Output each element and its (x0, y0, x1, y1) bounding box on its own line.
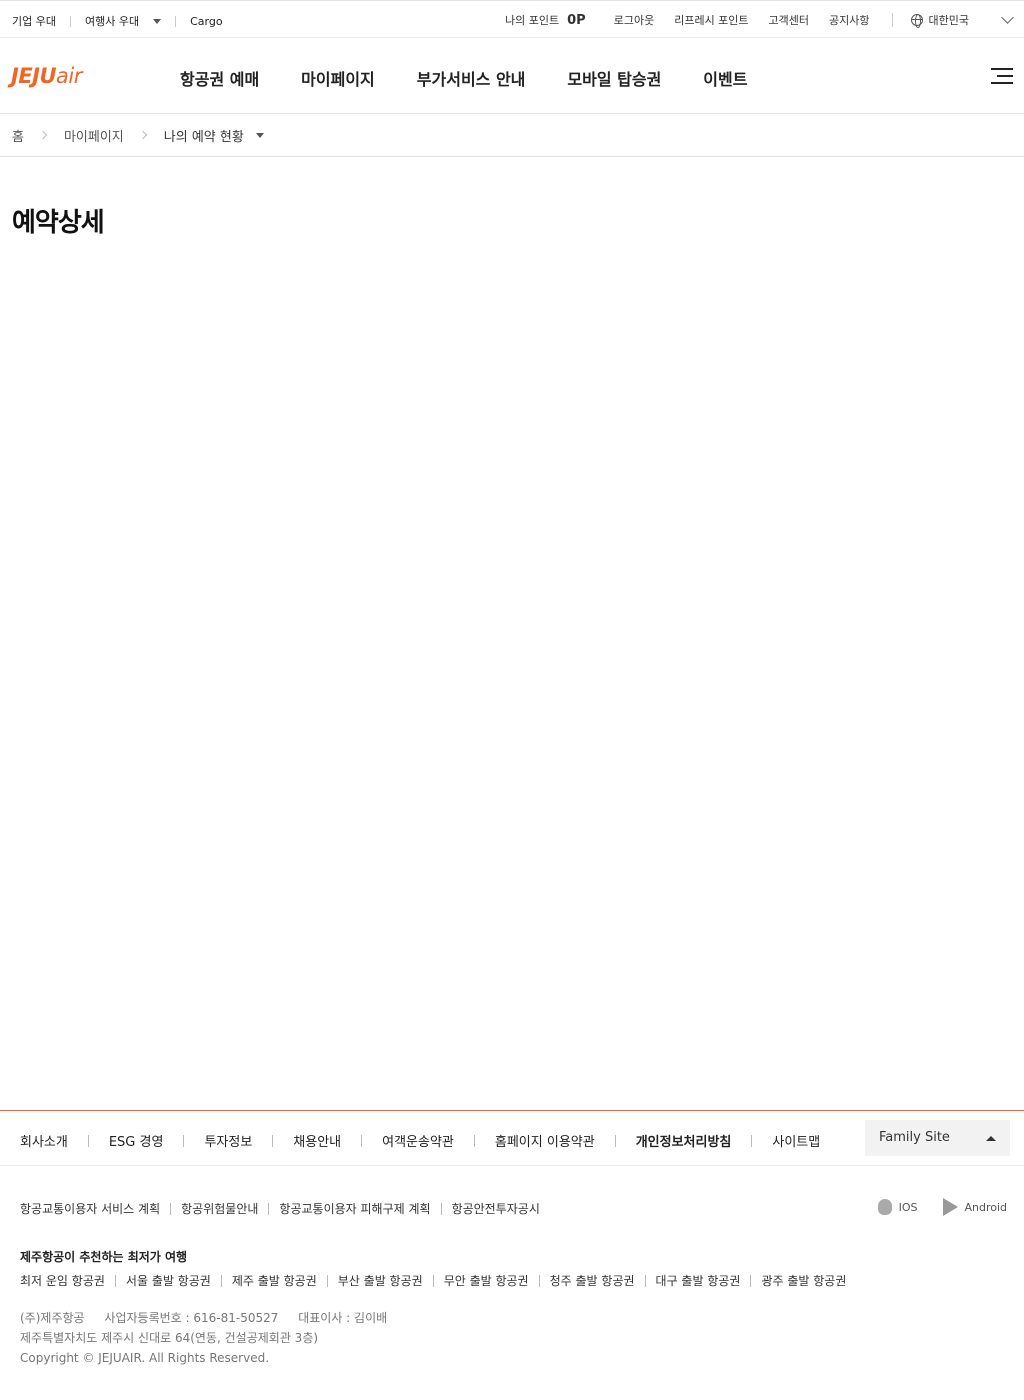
points-value[interactable]: 0P (567, 13, 586, 28)
divider (87, 1134, 89, 1147)
breadcrumb: 홈 마이페이지 나의 예약 현황 (0, 114, 1024, 157)
divider (183, 1134, 185, 1147)
divider (432, 1274, 434, 1287)
footer-sub-link[interactable]: 항공교통이용자 피해구제 계획 (279, 1200, 430, 1217)
divider (891, 13, 893, 27)
divider (538, 1274, 540, 1287)
globe-icon (910, 14, 923, 28)
menu-additional-services[interactable]: 부가서비스 안내 (417, 66, 526, 90)
family-site-label: Family Site (879, 1130, 950, 1145)
app-links: IOS Android (877, 1198, 1007, 1216)
country-select[interactable]: 대한민국 (929, 12, 969, 28)
footer-link-privacy[interactable]: 개인정보처리방침 (636, 1131, 732, 1150)
customer-center-link[interactable]: 고객센터 (769, 12, 809, 28)
divider (751, 1134, 753, 1147)
recommendation-title: 제주항공이 추천하는 최저가 여행 (20, 1250, 188, 1264)
cargo-link[interactable]: Cargo (190, 15, 222, 28)
reco-link[interactable]: 청주 출발 항공권 (550, 1272, 635, 1289)
footer-link-esg[interactable]: ESG 경영 (109, 1131, 164, 1150)
footer-link-careers[interactable]: 채용안내 (293, 1131, 341, 1150)
divider (175, 15, 177, 27)
reco-link[interactable]: 광주 출발 항공권 (761, 1272, 846, 1289)
copyright: Copyright © JEJUAIR. All Rights Reserved… (20, 1351, 270, 1365)
family-site-select[interactable]: Family Site (865, 1120, 1010, 1156)
footer-top: 회사소개 ESG 경영 투자정보 채용안내 여객운송약관 홈페이지 이용약관 개… (0, 1110, 1024, 1166)
jejuair-logo[interactable]: JEJUair (11, 64, 82, 88)
utility-left: 기업 우대 여행사 우대 Cargo (12, 13, 223, 29)
footer-links: 회사소개 ESG 경영 투자정보 채용안내 여객운송약관 홈페이지 이용약관 개… (20, 1131, 820, 1150)
footer-sub-links: 항공교통이용자 서비스 계획 항공위험물안내 항공교통이용자 피해구제 계획 항… (20, 1200, 540, 1217)
divider (272, 1134, 274, 1147)
divider (644, 1274, 646, 1287)
main-navigation: JEJUair 항공권 예매 마이페이지 부가서비스 안내 모바일 탑승권 이벤… (0, 38, 1024, 114)
notice-link[interactable]: 공지사항 (829, 12, 869, 28)
caret-down-icon[interactable] (153, 18, 162, 24)
travel-agency-discount-link[interactable]: 여행사 우대 (85, 13, 139, 29)
logout-link[interactable]: 로그아웃 (614, 12, 654, 28)
company-name: (주)제주항공 (20, 1311, 85, 1325)
breadcrumb-home[interactable]: 홈 (12, 126, 24, 145)
footer-link-company[interactable]: 회사소개 (20, 1131, 68, 1150)
app-ios-link[interactable]: IOS (899, 1201, 918, 1214)
points-label: 나의 포인트 (505, 14, 560, 27)
menu-mypage[interactable]: 마이페이지 (301, 66, 375, 90)
divider (170, 1202, 172, 1215)
company-line-1: (주)제주항공 사업자등록번호 : 616-81-50527 대표이사 : 김이… (20, 1308, 387, 1328)
divider (326, 1274, 328, 1287)
breadcrumb-current[interactable]: 나의 예약 현황 (164, 126, 244, 145)
reco-link[interactable]: 제주 출발 항공권 (232, 1272, 317, 1289)
company-address: 제주특별자치도 제주시 신대로 64(연동, 건설공제회관 3층) (20, 1331, 319, 1345)
hamburger-menu-icon[interactable] (991, 68, 1013, 85)
divider (220, 1274, 222, 1287)
footer-sub-link[interactable]: 항공교통이용자 서비스 계획 (20, 1200, 160, 1217)
utility-bar: 기업 우대 여행사 우대 Cargo 나의 포인트 0P 로그아웃 리프레시 포… (0, 0, 1024, 38)
divider (614, 1134, 616, 1147)
reco-link[interactable]: 최저 운임 항공권 (20, 1272, 105, 1289)
divider (69, 15, 71, 27)
reco-link[interactable]: 대구 출발 항공권 (656, 1272, 741, 1289)
footer-sub-link[interactable]: 항공위험물안내 (181, 1200, 258, 1217)
footer-link-investor[interactable]: 투자정보 (204, 1131, 252, 1150)
footer-link-site-terms[interactable]: 홈페이지 이용약관 (495, 1131, 595, 1150)
chevron-right-icon (138, 130, 148, 140)
utility-right: 나의 포인트 0P 로그아웃 리프레시 포인트 고객센터 공지사항 대한민국 (505, 11, 1014, 28)
corporate-discount-link[interactable]: 기업 우대 (12, 13, 56, 29)
logo-sub: air (56, 64, 82, 88)
android-play-icon[interactable] (943, 1198, 959, 1216)
refresh-points-link[interactable]: 리프레시 포인트 (674, 12, 748, 28)
divider (750, 1274, 752, 1287)
chevron-down-icon[interactable] (1001, 11, 1014, 24)
reco-link[interactable]: 서울 출발 항공권 (126, 1272, 211, 1289)
reco-link[interactable]: 부산 출발 항공권 (338, 1272, 423, 1289)
menu-events[interactable]: 이벤트 (703, 66, 747, 90)
ceo-name: 대표이사 : 김이배 (298, 1311, 388, 1325)
business-number: 사업자등록번호 : 616-81-50527 (104, 1311, 279, 1325)
caret-up-icon (986, 1136, 996, 1141)
footer-link-carriage-terms[interactable]: 여객운송약관 (382, 1131, 454, 1150)
apple-icon[interactable] (877, 1199, 892, 1215)
divider (473, 1134, 475, 1147)
menu-mobile-boarding-pass[interactable]: 모바일 탑승권 (567, 66, 661, 90)
menu-ticket-booking[interactable]: 항공권 예매 (180, 66, 259, 90)
divider (361, 1134, 363, 1147)
page-title: 예약상세 (12, 208, 105, 238)
app-android-link[interactable]: Android (964, 1201, 1007, 1214)
divider (268, 1202, 270, 1215)
gnb-menu: 항공권 예매 마이페이지 부가서비스 안내 모바일 탑승권 이벤트 (180, 66, 789, 90)
footer-sub-link[interactable]: 항공안전투자공시 (452, 1200, 540, 1217)
company-info: (주)제주항공 사업자등록번호 : 616-81-50527 대표이사 : 김이… (20, 1308, 387, 1368)
footer-link-sitemap[interactable]: 사이트맵 (772, 1131, 820, 1150)
divider (440, 1202, 442, 1215)
breadcrumb-mypage[interactable]: 마이페이지 (64, 126, 124, 145)
chevron-right-icon (38, 130, 48, 140)
caret-down-icon[interactable] (255, 132, 264, 138)
logo-main: JEJU (11, 64, 57, 88)
divider (114, 1274, 116, 1287)
recommendation-links: 최저 운임 항공권 서울 출발 항공권 제주 출발 항공권 부산 출발 항공권 … (20, 1272, 846, 1289)
reco-link[interactable]: 무안 출발 항공권 (444, 1272, 529, 1289)
